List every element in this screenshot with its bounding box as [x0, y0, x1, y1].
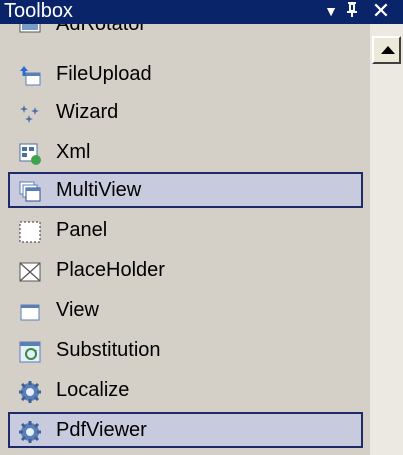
item-label: PdfViewer: [56, 419, 147, 441]
item-label: Xml: [56, 141, 91, 163]
list-item[interactable]: Wizard: [8, 94, 363, 130]
multiview-icon: [18, 180, 42, 204]
wizard-icon: [18, 102, 42, 126]
list-item[interactable]: Substitution: [8, 332, 363, 368]
scroll-up-button[interactable]: [372, 36, 401, 64]
placeholder-icon: [18, 260, 42, 284]
adrotator-icon: [18, 24, 42, 38]
list-item[interactable]: Xml: [8, 134, 363, 170]
item-label: AdRotator: [56, 24, 147, 35]
list-item[interactable]: AdRotator: [8, 24, 363, 42]
list-item[interactable]: MultiView: [8, 172, 363, 208]
xml-icon: [18, 142, 42, 166]
panel-icon: [18, 220, 42, 244]
view-icon: [18, 300, 42, 324]
item-label: Wizard: [56, 101, 119, 123]
toolbox-titlebar: Toolbox ▼ ✕: [0, 0, 403, 24]
item-label: FileUpload: [56, 63, 152, 85]
pdfviewer-icon: [18, 420, 42, 444]
list-item[interactable]: PlaceHolder: [8, 252, 363, 288]
item-label: PlaceHolder: [56, 259, 165, 281]
list-item[interactable]: Localize: [8, 372, 363, 408]
list-item[interactable]: View: [8, 292, 363, 328]
toolbox-title: Toolbox: [4, 0, 73, 22]
list-item[interactable]: FileUpload: [8, 56, 363, 92]
item-label: Substitution: [56, 339, 161, 361]
pin-icon[interactable]: [343, 0, 361, 24]
item-label: View: [56, 299, 99, 321]
list-item[interactable]: PdfViewer: [8, 412, 363, 448]
toolbox-list: AdRotator FileUpload Wizard Xml MultiVie: [0, 24, 370, 455]
vertical-scrollbar[interactable]: [370, 24, 403, 455]
chevron-up-icon: [381, 46, 395, 54]
list-item[interactable]: Panel: [8, 212, 363, 248]
substitution-icon: [18, 340, 42, 364]
item-label: MultiView: [56, 179, 142, 201]
localize-icon: [18, 380, 42, 404]
item-label: Panel: [56, 219, 108, 241]
item-label: Localize: [56, 379, 130, 401]
fileupload-icon: [18, 64, 42, 88]
close-icon[interactable]: ✕: [370, 0, 392, 24]
dropdown-arrow-icon[interactable]: ▼: [322, 0, 340, 24]
toolbox-window: Toolbox ▼ ✕ AdRotator FileUpload Wizard …: [0, 0, 403, 455]
